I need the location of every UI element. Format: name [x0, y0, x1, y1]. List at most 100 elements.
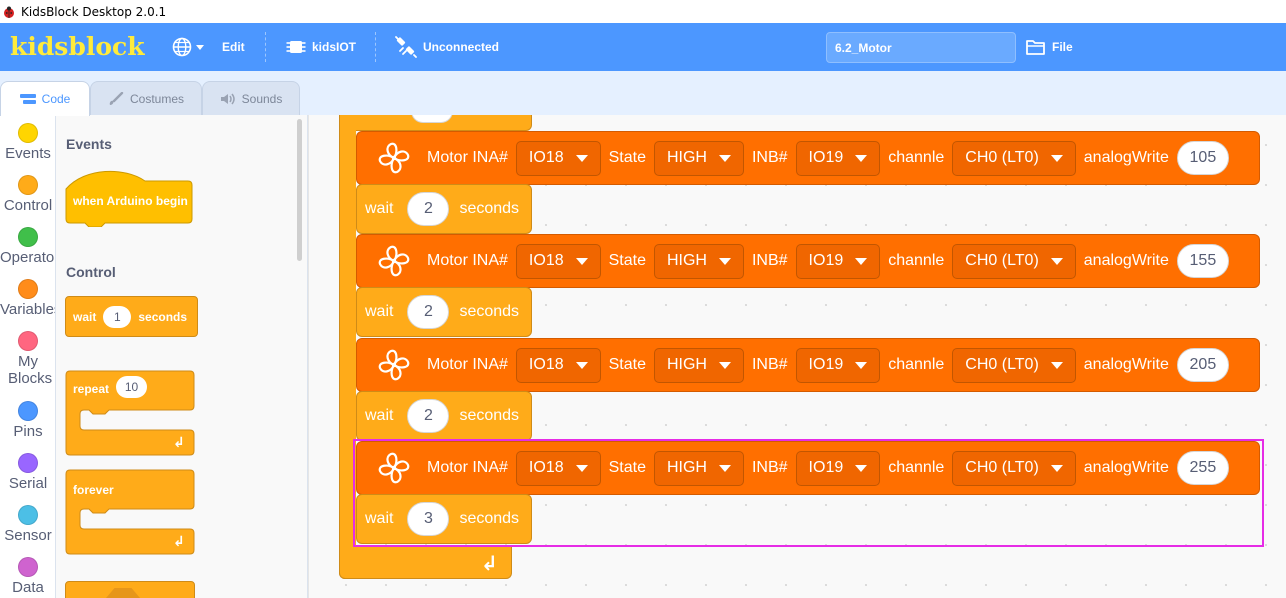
state-dropdown[interactable]: HIGH: [653, 243, 744, 279]
wait-value-input[interactable]: 3: [407, 502, 450, 536]
forever-container-block[interactable]: [339, 115, 356, 579]
repeat-block[interactable]: repeat 10 ↲: [65, 370, 195, 456]
wait-value-input[interactable]: 1: [103, 305, 132, 328]
ina-pin-value: IO18: [528, 252, 564, 269]
motor-ina-label: Motor INA#: [427, 459, 508, 476]
inb-pin-dropdown[interactable]: IO19: [795, 243, 881, 279]
analog-write-input[interactable]: 255: [1176, 451, 1229, 485]
tab-code[interactable]: Code: [0, 81, 90, 116]
inb-pin-dropdown[interactable]: IO19: [795, 140, 881, 176]
analog-write-input[interactable]: 105: [1176, 141, 1229, 175]
motor-block[interactable]: Motor INA# IO18 State HIGH INB# IO19 cha…: [356, 131, 1260, 185]
kidsiot-menu[interactable]: kidsIOT: [286, 23, 356, 71]
language-menu[interactable]: [172, 23, 204, 71]
wait-block[interactable]: wait 2 seconds: [356, 287, 532, 337]
forever-label: forever: [73, 483, 114, 497]
channel-dropdown[interactable]: CH0 (LT0): [952, 347, 1076, 383]
state-dropdown[interactable]: HIGH: [653, 347, 744, 383]
analog-write-label: analogWrite: [1083, 252, 1169, 269]
category-variables[interactable]: Variables: [0, 279, 55, 318]
category-serial[interactable]: Serial: [0, 453, 55, 492]
if-block-partial[interactable]: [65, 581, 195, 598]
ina-pin-dropdown[interactable]: IO18: [515, 243, 601, 279]
wait-value-input[interactable]: 2: [407, 192, 450, 226]
ina-pin-dropdown[interactable]: IO18: [515, 347, 601, 383]
wait-seconds-block[interactable]: wait 1 seconds: [65, 296, 198, 337]
category-data[interactable]: Data: [0, 557, 55, 596]
palette-scrollbar[interactable]: [297, 119, 302, 261]
motor-block[interactable]: Motor INA# IO18 State HIGH INB# IO19 cha…: [356, 441, 1260, 495]
wait-value-input[interactable]: 2: [407, 295, 450, 329]
analog-write-input[interactable]: 155: [1176, 244, 1229, 278]
motor-ina-label: Motor INA#: [427, 356, 508, 373]
channel-value: CH0 (LT0): [965, 459, 1039, 476]
caret-down-icon: [1050, 464, 1063, 472]
pins-dot-icon: [18, 401, 38, 421]
analog-write-label: analogWrite: [1083, 356, 1169, 373]
repeat-label: repeat: [73, 382, 110, 396]
state-label: State: [608, 252, 646, 269]
repeat-value-input[interactable]: 10: [116, 376, 147, 398]
inb-pin-dropdown[interactable]: IO19: [795, 347, 881, 383]
motor-block[interactable]: Motor INA# IO18 State HIGH INB# IO19 cha…: [356, 338, 1260, 392]
serial-dot-icon: [18, 453, 38, 473]
category-pins[interactable]: Pins: [0, 401, 55, 440]
unplugged-icon: [395, 36, 417, 58]
edit-menu[interactable]: Edit: [222, 23, 245, 71]
inb-pin-dropdown[interactable]: IO19: [795, 450, 881, 486]
channel-label: channle: [888, 356, 945, 373]
channel-dropdown[interactable]: CH0 (LT0): [952, 450, 1076, 486]
category-label: My Blocks: [8, 353, 53, 387]
wait-block[interactable]: wait 3 seconds: [356, 494, 532, 544]
caret-down-icon: [718, 361, 731, 369]
sensor-dot-icon: [18, 505, 38, 525]
wait-label: wait: [365, 200, 394, 217]
state-dropdown[interactable]: HIGH: [653, 140, 744, 176]
ina-pin-dropdown[interactable]: IO18: [515, 450, 601, 486]
category-my-blocks[interactable]: My Blocks: [0, 331, 55, 387]
channel-dropdown[interactable]: CH0 (LT0): [952, 243, 1076, 279]
code-workspace[interactable]: ↲ Motor INA# IO18 State HIGH INB# IO19 c…: [308, 115, 1286, 598]
ina-pin-dropdown[interactable]: IO18: [515, 140, 601, 176]
file-menu[interactable]: File: [1026, 23, 1073, 71]
connection-status[interactable]: Unconnected: [395, 23, 499, 71]
analog-write-input[interactable]: 205: [1176, 348, 1229, 382]
kidsiot-label: kidsIOT: [312, 40, 357, 54]
category-sensor[interactable]: Sensor: [0, 505, 55, 544]
ina-pin-value: IO18: [528, 149, 564, 166]
fan-icon: [378, 245, 410, 277]
category-operators[interactable]: Operators: [0, 227, 55, 266]
window-title: KidsBlock Desktop 2.0.1: [21, 4, 167, 19]
category-control[interactable]: Control: [0, 175, 55, 214]
condition-slot: [106, 588, 140, 598]
state-dropdown[interactable]: HIGH: [653, 450, 744, 486]
editor-tabs: Code Costumes Sounds: [0, 71, 1286, 116]
forever-block[interactable]: forever ↲: [65, 469, 195, 555]
channel-label: channle: [888, 149, 945, 166]
tab-costumes[interactable]: Costumes: [90, 81, 202, 115]
wait-label: wait: [73, 309, 97, 324]
wait-block[interactable]: wait 2 seconds: [356, 184, 532, 234]
fan-icon: [378, 142, 410, 174]
category-events[interactable]: Events: [0, 123, 55, 162]
when-arduino-begin-block[interactable]: when Arduino begin: [65, 167, 193, 227]
seconds-label: seconds: [459, 510, 520, 527]
chip-icon: [286, 41, 306, 53]
caret-down-icon: [855, 154, 868, 162]
wait-value-input[interactable]: 2: [407, 399, 450, 433]
wait-block[interactable]: wait 2 seconds: [356, 391, 532, 441]
wait-label: wait: [365, 510, 394, 527]
tab-code-label: Code: [41, 92, 71, 106]
when-arduino-begin-label: when Arduino begin: [73, 194, 188, 208]
motor-block[interactable]: Motor INA# IO18 State HIGH INB# IO19 cha…: [356, 234, 1260, 288]
project-name-input[interactable]: 6.2_Motor: [826, 32, 1016, 63]
inb-pin-value: IO19: [808, 356, 844, 373]
channel-dropdown[interactable]: CH0 (LT0): [952, 140, 1076, 176]
wait-label: wait: [365, 303, 394, 320]
operators-dot-icon: [18, 227, 38, 247]
tab-sounds[interactable]: Sounds: [202, 81, 300, 115]
kidsblock-logo[interactable]: kidsblock: [10, 32, 145, 61]
inb-label: INB#: [751, 459, 788, 476]
loop-arrow-icon: ↲: [173, 434, 185, 450]
palette-heading-control: Control: [66, 264, 116, 280]
